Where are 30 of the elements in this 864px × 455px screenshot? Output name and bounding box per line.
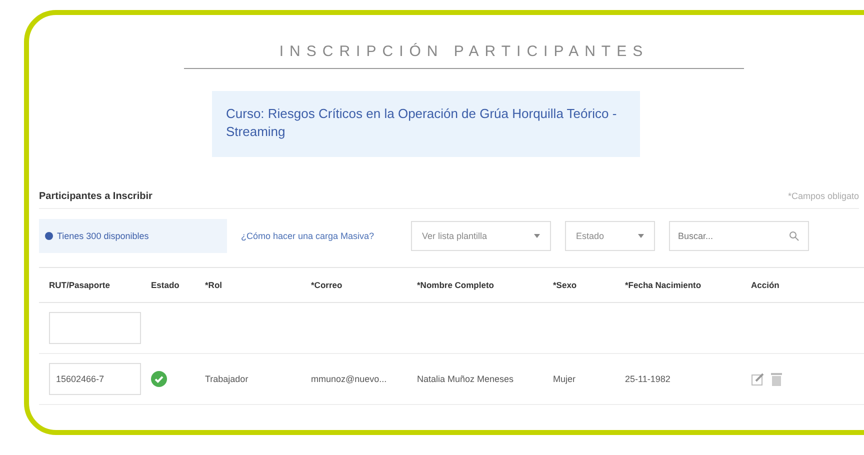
caret-icon bbox=[638, 234, 644, 238]
page-title: INSCRIPCIÓN PARTICIPANTES bbox=[184, 33, 744, 69]
table-cell-text: Trabajador bbox=[205, 374, 250, 384]
column-header: *Sexo bbox=[553, 280, 578, 290]
column-header: *Nombre Completo bbox=[417, 280, 495, 290]
status-select[interactable]: Estado bbox=[565, 221, 655, 251]
column-header: *Fecha Nacimiento bbox=[625, 280, 702, 290]
column-header: RUT/Pasaporte bbox=[49, 280, 111, 290]
table-cell-text: mmunoz@nuevo... bbox=[311, 374, 388, 384]
course-title: Curso: Riesgos Críticos en la Operación de Grúa Horquilla Teórico - Streaming bbox=[212, 91, 640, 157]
section-label: Participantes a Inscribir bbox=[39, 191, 152, 202]
rut-input[interactable]: 15602466-7 bbox=[49, 363, 141, 395]
help-link[interactable]: ¿Cómo hacer una carga Masiva? bbox=[241, 231, 397, 241]
column-header: Acción bbox=[751, 280, 780, 290]
required-note: *Campos obligato bbox=[788, 191, 859, 202]
search-field[interactable]: Buscar... bbox=[669, 221, 809, 251]
caret-icon bbox=[534, 234, 540, 238]
column-header: Estado bbox=[151, 280, 180, 290]
table-cell-text: Natalia Muñoz Meneses bbox=[417, 374, 515, 384]
info-icon bbox=[45, 232, 53, 240]
template-select[interactable]: Ver lista plantilla bbox=[411, 221, 551, 251]
table-cell-text: 25-11-1982 bbox=[625, 374, 672, 384]
column-header: *Rol bbox=[205, 280, 223, 290]
info-text: Tienes 300 disponibles bbox=[57, 231, 149, 241]
edit-icon[interactable] bbox=[751, 372, 765, 386]
rut-input[interactable] bbox=[49, 312, 141, 344]
table-cell-text: Mujer bbox=[553, 374, 577, 384]
search-icon bbox=[789, 231, 799, 241]
column-header: *Correo bbox=[311, 280, 344, 290]
trash-icon[interactable] bbox=[771, 372, 782, 386]
